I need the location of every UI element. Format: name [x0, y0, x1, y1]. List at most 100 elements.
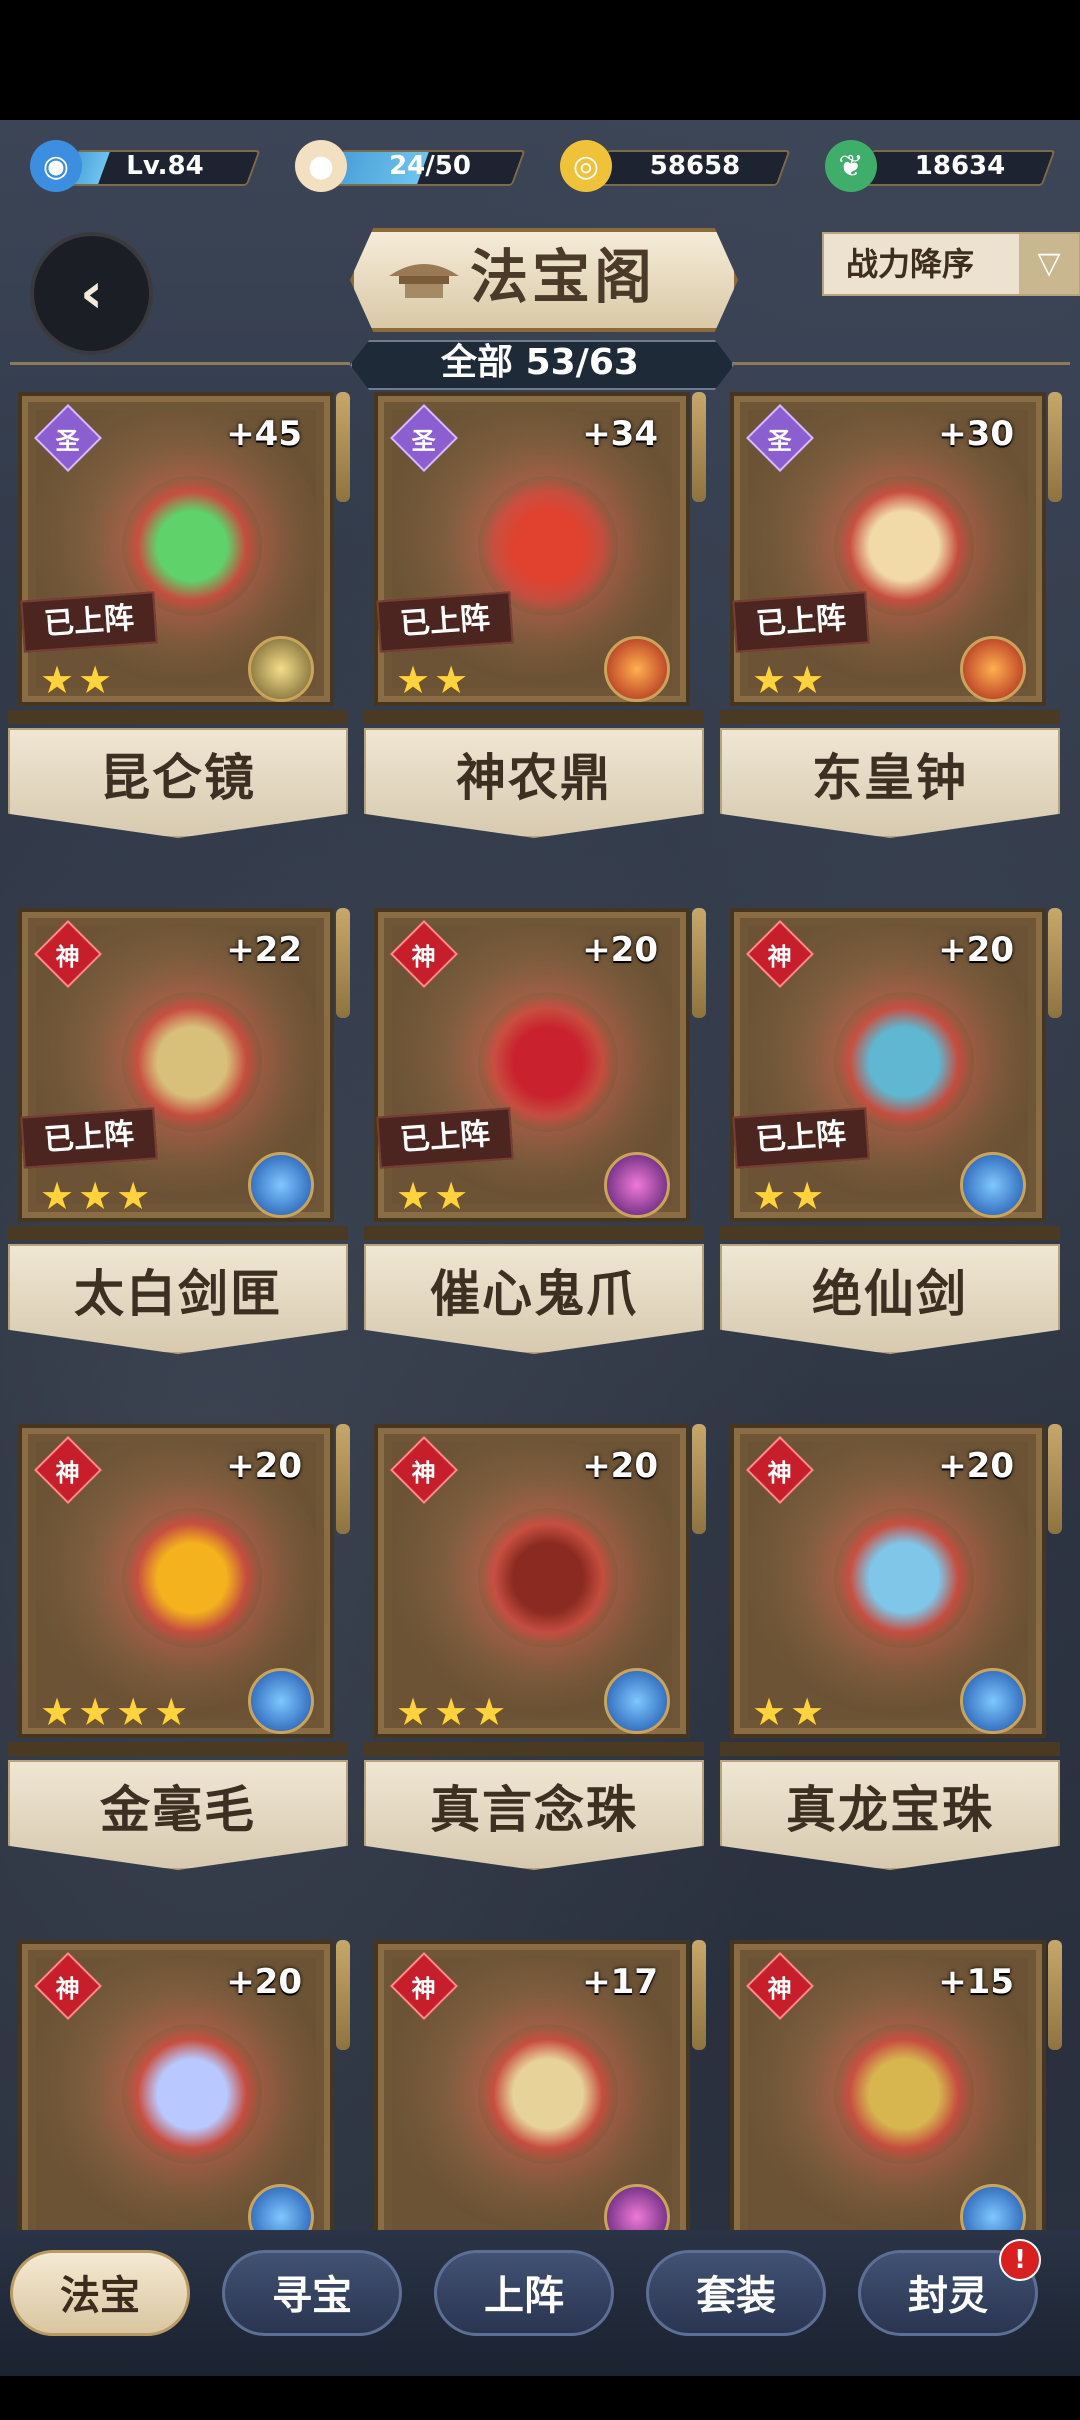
treasure-name: 绝仙剑 [812, 1264, 968, 1323]
star-icon: ★ [40, 1690, 75, 1734]
shelf [720, 1742, 1060, 1756]
star-rating: ★ ★ [396, 660, 468, 700]
treasure-card[interactable]: 圣 +45 已上阵 ★ ★ 昆仑镜 [8, 392, 350, 872]
deployed-tag: 已上阵 [376, 1107, 514, 1169]
star-icon: ★ [78, 658, 113, 702]
treasure-card[interactable]: 神 +20 ★ ★ ★ 真言念珠 [364, 1424, 706, 1904]
star-rating: ★ ★ ★ [40, 1176, 150, 1216]
treasure-frame: 神 +22 已上阵 ★ ★ ★ [18, 908, 334, 1222]
treasure-frame: 神 +20 ★ ★ ★ [374, 1424, 690, 1738]
star-icon: ★ [790, 1174, 825, 1218]
treasure-card[interactable]: 神 +22 已上阵 ★ ★ ★ 太白剑匣 [8, 908, 350, 1388]
star-icon: ★ [116, 1690, 151, 1734]
treasure-frame: 神 +20 ★ ★ ★ ★ [18, 1424, 334, 1738]
treasure-card[interactable]: 圣 +34 已上阵 ★ ★ 神农鼎 [364, 392, 706, 872]
chevron-down-icon: ▽ [1019, 234, 1079, 294]
treasure-card[interactable]: 神 +20 已上阵 ★ ★ 催心鬼爪 [364, 908, 706, 1388]
tier-label: 神 [56, 1458, 80, 1487]
tier-label: 神 [412, 942, 436, 971]
treasure-card[interactable]: 神 +20 ★ ★ 真龙宝珠 [720, 1424, 1062, 1904]
enhance-level: +20 [582, 1446, 658, 1486]
water-element-icon [248, 1668, 314, 1734]
flame-element-icon [960, 636, 1026, 702]
star-icon: ★ [396, 658, 431, 702]
tier-label: 圣 [768, 426, 792, 455]
star-icon: ★ [752, 658, 787, 702]
tab-4[interactable]: 封灵! [858, 2239, 1041, 2336]
sort-dropdown[interactable]: 战力降序 ▽ [822, 232, 1080, 296]
treasure-icon [122, 2024, 262, 2164]
resource-item: ● 24/50 [295, 140, 535, 192]
tab-2[interactable]: 上阵 [434, 2250, 614, 2336]
shelf [720, 1226, 1060, 1240]
back-button[interactable]: ‹ [30, 232, 153, 355]
star-rating: ★ ★ [752, 1692, 824, 1732]
resource-item: ❦ 18634 [825, 140, 1065, 192]
shelf [720, 710, 1060, 724]
collection-count: 全部 53/63 [441, 342, 639, 383]
divider-left [10, 362, 350, 365]
treasure-icon [478, 1508, 618, 1648]
deployed-tag: 已上阵 [732, 591, 870, 653]
star-icon: ★ [154, 1690, 189, 1734]
tab-label: 上阵 [484, 2273, 564, 2319]
enhance-level: +20 [938, 1446, 1014, 1486]
tassel-ornament [336, 1424, 350, 1534]
tab-label: 套装 [696, 2273, 776, 2319]
tassel-ornament [336, 908, 350, 1018]
enhance-level: +20 [938, 930, 1014, 970]
enhance-level: +15 [938, 1962, 1014, 2002]
deployed-tag: 已上阵 [376, 591, 514, 653]
deployed-tag: 已上阵 [732, 1107, 870, 1169]
sort-label: 战力降序 [846, 245, 975, 283]
shelf [364, 1742, 704, 1756]
shelf [8, 1226, 348, 1240]
treasure-name: 太白剑匣 [74, 1264, 282, 1323]
treasure-card[interactable]: 神 +20 已上阵 ★ ★ 绝仙剑 [720, 908, 1062, 1388]
deployed-tag: 已上阵 [20, 591, 158, 653]
back-arrow-icon: ‹ [79, 261, 104, 326]
treasure-icon [478, 2024, 618, 2164]
tassel-ornament [1048, 908, 1062, 1018]
resource-value: 58658 [649, 151, 741, 181]
resource-value: 24/50 [389, 151, 471, 181]
treasure-icon [834, 1508, 974, 1648]
tassel-ornament [1048, 1424, 1062, 1534]
enhance-level: +20 [226, 1446, 302, 1486]
star-icon: ★ [40, 658, 75, 702]
star-icon: ★ [396, 1174, 431, 1218]
tier-label: 神 [56, 942, 80, 971]
enhance-level: +20 [226, 1962, 302, 2002]
enhance-level: +17 [582, 1962, 658, 2002]
treasure-card[interactable]: 神 +20 ★ ★ ★ ★ 金毫毛 [8, 1424, 350, 1904]
tassel-ornament [692, 908, 706, 1018]
treasure-frame: 神 +15 [730, 1940, 1046, 2254]
treasure-name: 东皇钟 [812, 748, 968, 807]
star-rating: ★ ★ [752, 660, 824, 700]
tassel-ornament [1048, 392, 1062, 502]
tab-label: 封灵 [908, 2273, 988, 2319]
treasure-frame: 神 +20 [18, 1940, 334, 2254]
tab-1[interactable]: 寻宝 [222, 2250, 402, 2336]
tier-label: 神 [768, 1974, 792, 2003]
star-rating: ★ ★ [40, 660, 112, 700]
resource-value: Lv.84 [126, 151, 204, 181]
tab-0[interactable]: 法宝 [10, 2250, 190, 2336]
shelf [364, 1226, 704, 1240]
treasure-card[interactable]: 圣 +30 已上阵 ★ ★ 东皇钟 [720, 392, 1062, 872]
notification-badge: ! [999, 2239, 1041, 2281]
tier-label: 神 [412, 1458, 436, 1487]
status-bar [0, 0, 1080, 120]
star-icon: ★ [396, 1690, 431, 1734]
tab-3[interactable]: 套装 [646, 2250, 826, 2336]
treasure-icon [834, 2024, 974, 2164]
tier-label: 神 [768, 1458, 792, 1487]
star-icon: ★ [752, 1174, 787, 1218]
tier-label: 圣 [412, 426, 436, 455]
shelf [364, 710, 704, 724]
tassel-ornament [692, 392, 706, 502]
enhance-level: +45 [226, 414, 302, 454]
tier-label: 神 [412, 1974, 436, 2003]
enhance-level: +22 [226, 930, 302, 970]
treasure-frame: 神 +20 已上阵 ★ ★ [374, 908, 690, 1222]
